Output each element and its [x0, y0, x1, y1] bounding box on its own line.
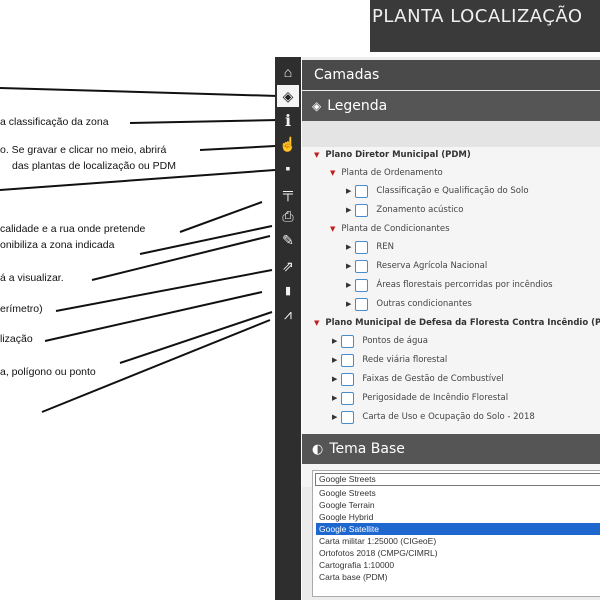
legend-strip — [302, 121, 600, 147]
layer-checkbox[interactable] — [355, 240, 369, 254]
layers-icon: ◈ — [312, 99, 322, 113]
select-option[interactable]: Google Hybrid — [316, 511, 600, 523]
print-icon[interactable]: ⎙ — [277, 205, 299, 227]
tree-node-ordenamento[interactable]: ▼ Planta de Ordenamento — [330, 166, 443, 180]
tree-label: Plano Diretor Municipal (PDM) — [325, 150, 471, 160]
select-option[interactable]: Carta militar 1:25000 (CIGeoE) — [316, 535, 600, 547]
annotation-text: calidade e a rua onde pretende — [0, 223, 146, 235]
layer-checkbox[interactable] — [341, 353, 355, 367]
annotation-text: erímetro) — [0, 303, 43, 315]
annotation-text: onibiliza a zona indicada — [0, 239, 115, 251]
layer-label: Classificação e Qualificação do Solo — [376, 186, 529, 196]
layer-checkbox[interactable] — [341, 372, 355, 386]
expand-icon: ▶ — [346, 300, 352, 308]
expand-icon: ▶ — [332, 394, 338, 402]
expand-icon: ▶ — [332, 413, 338, 421]
legenda-header[interactable]: ◈ Legenda — [302, 91, 600, 121]
expand-icon: ▼ — [330, 169, 336, 177]
layer-checkbox[interactable] — [341, 410, 355, 424]
layer-item[interactable]: ▶ Carta de Uso e Ocupação do Solo - 2018 — [332, 410, 535, 424]
tree-node-condicionantes[interactable]: ▼ Planta de Condicionantes — [330, 222, 450, 236]
annotation-text: das plantas de localização ou PDM — [12, 160, 177, 172]
tool-sidebar: ⌂ ◈ i ☝ ▪ ╤ ⎙ ✎ ⇗ ▮ ⩘ — [275, 57, 301, 600]
layer-item[interactable]: ▶ Reserva Agrícola Nacional — [346, 259, 487, 273]
layer-label: Pontos de água — [362, 336, 428, 346]
expand-icon: ▼ — [314, 151, 320, 159]
layer-checkbox[interactable] — [341, 391, 355, 405]
base-map-selected[interactable]: Google Streets — [315, 473, 600, 486]
layer-item[interactable]: ▶ REN — [346, 240, 394, 254]
layer-label: Reserva Agrícola Nacional — [376, 261, 488, 271]
legenda-label: Legenda — [327, 98, 388, 114]
tree-node-pdm[interactable]: ▼ Plano Diretor Municipal (PDM) — [314, 148, 471, 162]
camadas-label: Camadas — [314, 67, 380, 83]
layer-checkbox[interactable] — [341, 334, 355, 348]
layer-checkbox[interactable] — [355, 278, 369, 292]
layer-item[interactable]: ▶ Perigosidade de Incêndio Florestal — [332, 391, 508, 405]
layer-label: REN — [376, 242, 395, 252]
base-map-select[interactable]: Google Streets Google Streets Google Ter… — [312, 470, 600, 597]
layer-item[interactable]: ▶ Pontos de água — [332, 334, 428, 348]
layer-item[interactable]: ▶ Faixas de Gestão de Combustível — [332, 372, 504, 386]
pointer-icon[interactable]: ☝ — [277, 133, 299, 155]
globe-icon: ◐ — [312, 441, 324, 457]
tree-label: Planta de Condicionantes — [341, 224, 450, 234]
layer-item[interactable]: ▶ Classificação e Qualificação do Solo — [346, 184, 529, 198]
layer-label: Faixas de Gestão de Combustível — [362, 374, 504, 384]
info-icon[interactable]: i — [277, 109, 299, 131]
select-option-highlighted[interactable]: Google Satellite — [316, 523, 600, 535]
layer-label: Rede viária florestal — [362, 355, 448, 365]
expand-icon: ▶ — [346, 281, 352, 289]
select-option[interactable]: Google Streets — [316, 487, 600, 499]
camadas-header[interactable]: Camadas — [302, 60, 600, 90]
select-option[interactable]: Carta base (PDM) — [316, 571, 600, 583]
layer-item[interactable]: ▶ Zonamento acústico — [346, 203, 463, 217]
select-option[interactable]: Ortofotos 2018 (CMPG/CIMRL) — [316, 547, 600, 559]
layer-item[interactable]: ▶ Outras condicionantes — [346, 297, 472, 311]
annotation-text: á a visualizar. — [0, 272, 64, 284]
expand-icon: ▼ — [330, 225, 336, 233]
layer-checkbox[interactable] — [355, 203, 369, 217]
layer-label: Carta de Uso e Ocupação do Solo - 2018 — [362, 412, 535, 422]
tree-label: Planta de Ordenamento — [341, 168, 443, 178]
road-icon[interactable]: ⩘ — [277, 303, 299, 325]
expand-icon: ▶ — [332, 337, 338, 345]
page-title: PLANTA LOCALIZAÇÃO — [372, 6, 583, 27]
select-option[interactable]: Google Terrain — [316, 499, 600, 511]
expand-icon: ▶ — [346, 206, 352, 214]
file-icon[interactable]: ▮ — [277, 279, 299, 301]
layers-panel: Camadas ◈ Legenda ▼ Plano Diretor Munici… — [302, 57, 600, 600]
home-icon[interactable]: ⌂ — [277, 61, 299, 83]
measure-icon[interactable]: ╤ — [277, 181, 299, 203]
layer-item[interactable]: ▶ Rede viária florestal — [332, 353, 447, 367]
select-option[interactable]: Cartografia 1:10000 — [316, 559, 600, 571]
tree-node-pmdfci[interactable]: ▼ Plano Municipal de Defesa da Floresta … — [314, 316, 600, 330]
annotation-text: o. Se gravar e clicar no meio, abrirá — [0, 144, 167, 156]
layer-label: Outras condicionantes — [376, 299, 472, 309]
expand-icon: ▶ — [332, 375, 338, 383]
layer-checkbox[interactable] — [355, 297, 369, 311]
annotation-text: a, polígono ou ponto — [0, 366, 96, 378]
layer-label: Áreas florestais percorridas por incêndi… — [376, 280, 553, 290]
tema-base-label: Tema Base — [329, 441, 405, 457]
expand-icon: ▶ — [332, 356, 338, 364]
expand-icon: ▶ — [346, 262, 352, 270]
layers-icon[interactable]: ◈ — [277, 85, 299, 107]
header-banner: PLANTA LOCALIZAÇÃO — [370, 0, 600, 52]
draw-icon[interactable]: ✎ — [277, 229, 299, 251]
expand-icon: ▼ — [314, 319, 320, 327]
layer-checkbox[interactable] — [355, 184, 369, 198]
annotation-text: lização — [0, 333, 33, 345]
annotation-text: a classificação da zona — [0, 116, 109, 128]
expand-icon: ▶ — [346, 243, 352, 251]
layer-item[interactable]: ▶ Áreas florestais percorridas por incên… — [346, 278, 553, 292]
expand-icon: ▶ — [346, 187, 352, 195]
tree-label: Plano Municipal de Defesa da Floresta Co… — [325, 318, 600, 328]
share-icon[interactable]: ⇗ — [277, 255, 299, 277]
tema-base-header[interactable]: ◐ Tema Base — [302, 434, 600, 464]
layer-checkbox[interactable] — [355, 259, 369, 273]
layer-label: Zonamento acústico — [376, 205, 464, 215]
layer-label: Perigosidade de Incêndio Florestal — [362, 393, 509, 403]
comment-icon[interactable]: ▪ — [277, 157, 299, 179]
